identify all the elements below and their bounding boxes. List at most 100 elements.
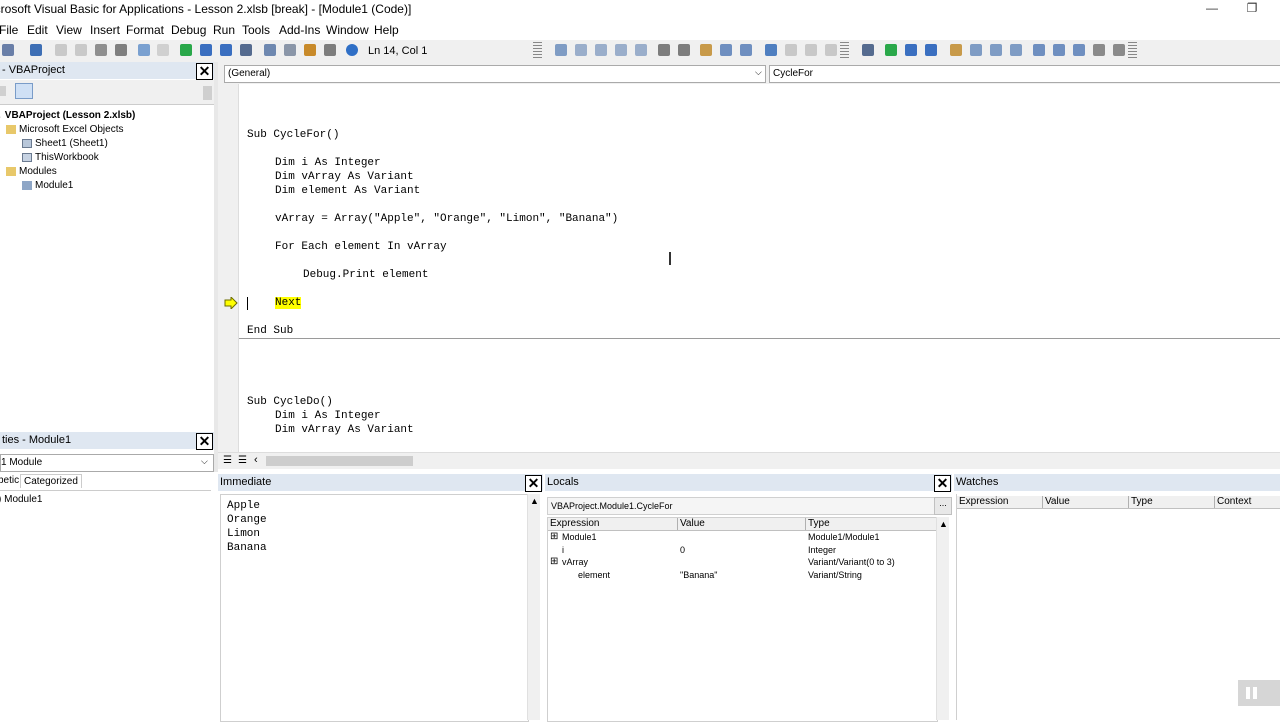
- debug-design-icon[interactable]: [862, 44, 874, 56]
- continue-icon[interactable]: [885, 44, 897, 56]
- menu-debug[interactable]: Debug: [171, 23, 206, 37]
- uncomment-block-icon[interactable]: [740, 44, 752, 56]
- close-project-explorer-icon[interactable]: ✕: [196, 63, 213, 80]
- property-name-row[interactable]: ) Module1: [0, 494, 42, 505]
- reset-icon[interactable]: [220, 44, 232, 56]
- debug-reset-icon[interactable]: [925, 44, 937, 56]
- view-object-icon[interactable]: [0, 86, 6, 96]
- paste-icon[interactable]: [95, 44, 107, 56]
- help-icon[interactable]: [346, 44, 358, 56]
- indent-icon[interactable]: [658, 44, 670, 56]
- procedure-view-icon[interactable]: ☰: [223, 455, 232, 466]
- step-over-icon[interactable]: [990, 44, 1002, 56]
- scroll-thumb[interactable]: [266, 456, 413, 466]
- break-icon[interactable]: [200, 44, 212, 56]
- locals-window-icon[interactable]: [1033, 44, 1045, 56]
- menu-window[interactable]: Window: [326, 23, 369, 37]
- toolbar-grip-icon[interactable]: [840, 42, 849, 60]
- expand-icon[interactable]: ⊞: [550, 532, 558, 542]
- toolbar-grip-icon[interactable]: [533, 42, 542, 60]
- close-properties-icon[interactable]: ✕: [196, 433, 213, 450]
- object-browser-icon[interactable]: [304, 44, 316, 56]
- code-margin[interactable]: [218, 84, 239, 452]
- tree-sheet1[interactable]: Sheet1 (Sheet1): [22, 138, 108, 149]
- locals-vscroll[interactable]: ▲: [936, 517, 949, 720]
- previous-bookmark-icon[interactable]: [805, 44, 817, 56]
- tab-categorized[interactable]: Categorized: [20, 474, 82, 488]
- quick-watch-icon[interactable]: [1093, 44, 1105, 56]
- menu-help[interactable]: Help: [374, 23, 399, 37]
- tree-excel-objects[interactable]: Microsoft Excel Objects: [6, 124, 123, 135]
- column-header[interactable]: Value: [1043, 496, 1129, 508]
- save-icon[interactable]: [30, 44, 42, 56]
- properties-object-select[interactable]: 1 Module ⌵: [0, 454, 214, 472]
- menu-run[interactable]: Run: [213, 23, 235, 37]
- menu-edit[interactable]: Edit: [27, 23, 48, 37]
- pause-overlay-button[interactable]: [1238, 680, 1280, 706]
- quick-info-icon[interactable]: [595, 44, 607, 56]
- properties-icon[interactable]: [284, 44, 296, 56]
- step-out-icon[interactable]: [1010, 44, 1022, 56]
- menu-tools[interactable]: Tools: [242, 23, 270, 37]
- run-icon[interactable]: [180, 44, 192, 56]
- design-mode-icon[interactable]: [240, 44, 252, 56]
- column-header[interactable]: Type: [806, 518, 937, 530]
- immediate-vscroll[interactable]: ▲: [527, 494, 540, 720]
- column-header[interactable]: Context: [1215, 496, 1280, 508]
- toggle-bookmark-icon[interactable]: [765, 44, 777, 56]
- undo-icon[interactable]: [138, 44, 150, 56]
- menu-format[interactable]: Format: [126, 23, 164, 37]
- code-hscroll[interactable]: ☰ ☰ ‹: [218, 452, 1280, 469]
- column-header[interactable]: Type: [1129, 496, 1215, 508]
- immediate-window-icon[interactable]: [1053, 44, 1065, 56]
- debug-break-icon[interactable]: [905, 44, 917, 56]
- step-into-icon[interactable]: [970, 44, 982, 56]
- full-module-view-icon[interactable]: ☰: [238, 455, 247, 466]
- parameter-info-icon[interactable]: [615, 44, 627, 56]
- immediate-output[interactable]: Apple Orange Limon Banana: [220, 494, 529, 722]
- cut-icon[interactable]: [55, 44, 67, 56]
- next-bookmark-icon[interactable]: [785, 44, 797, 56]
- toggle-breakpoint-icon[interactable]: [700, 44, 712, 56]
- table-row[interactable]: element "Banana" Variant/String: [548, 570, 937, 582]
- menu-file[interactable]: File: [0, 23, 18, 37]
- debug-breakpoint-icon[interactable]: [950, 44, 962, 56]
- redo-icon[interactable]: [157, 44, 169, 56]
- clear-bookmarks-icon[interactable]: [825, 44, 837, 56]
- table-row[interactable]: i 0 Integer: [548, 545, 937, 557]
- tab-alphabetic[interactable]: betic: [0, 475, 19, 486]
- toolbar-grip-icon[interactable]: [1128, 42, 1137, 60]
- project-explorer-icon[interactable]: [264, 44, 276, 56]
- watch-window-icon[interactable]: [1073, 44, 1085, 56]
- scroll-left-icon[interactable]: ‹: [254, 454, 258, 466]
- table-row[interactable]: ⊞ vArray Variant/Variant(0 to 3): [548, 557, 937, 569]
- scroll-up-icon[interactable]: ▲: [530, 496, 539, 506]
- column-header[interactable]: Expression: [957, 496, 1043, 508]
- scroll-up-icon[interactable]: ▲: [939, 519, 948, 529]
- tree-root[interactable]: .VBAProject (Lesson 2.xlsb): [0, 110, 135, 121]
- minimize-button[interactable]: —: [1198, 1, 1226, 17]
- menu-addins[interactable]: Add-Ins: [279, 23, 320, 37]
- call-stack-button[interactable]: ...: [934, 497, 952, 515]
- tree-thisworkbook[interactable]: ThisWorkbook: [22, 152, 99, 163]
- close-immediate-icon[interactable]: ✕: [525, 475, 542, 492]
- menu-insert[interactable]: Insert: [90, 23, 120, 37]
- close-locals-icon[interactable]: ✕: [934, 475, 951, 492]
- comment-block-icon[interactable]: [720, 44, 732, 56]
- find-icon[interactable]: [115, 44, 127, 56]
- call-stack-icon[interactable]: [1113, 44, 1125, 56]
- copy-icon[interactable]: [75, 44, 87, 56]
- column-header[interactable]: Value: [678, 518, 806, 530]
- list-properties-icon[interactable]: [555, 44, 567, 56]
- list-constants-icon[interactable]: [575, 44, 587, 56]
- complete-word-icon[interactable]: [635, 44, 647, 56]
- expand-icon[interactable]: ⊞: [550, 557, 558, 567]
- tree-module1[interactable]: Module1: [22, 180, 73, 191]
- outdent-icon[interactable]: [678, 44, 690, 56]
- menu-view[interactable]: View: [56, 23, 82, 37]
- toolbox-icon[interactable]: [324, 44, 336, 56]
- column-header[interactable]: Expression: [548, 518, 678, 530]
- code-editor[interactable]: [239, 84, 1280, 452]
- procedure-combo[interactable]: CycleFor: [769, 65, 1280, 83]
- object-combo[interactable]: (General) ⌵: [224, 65, 766, 83]
